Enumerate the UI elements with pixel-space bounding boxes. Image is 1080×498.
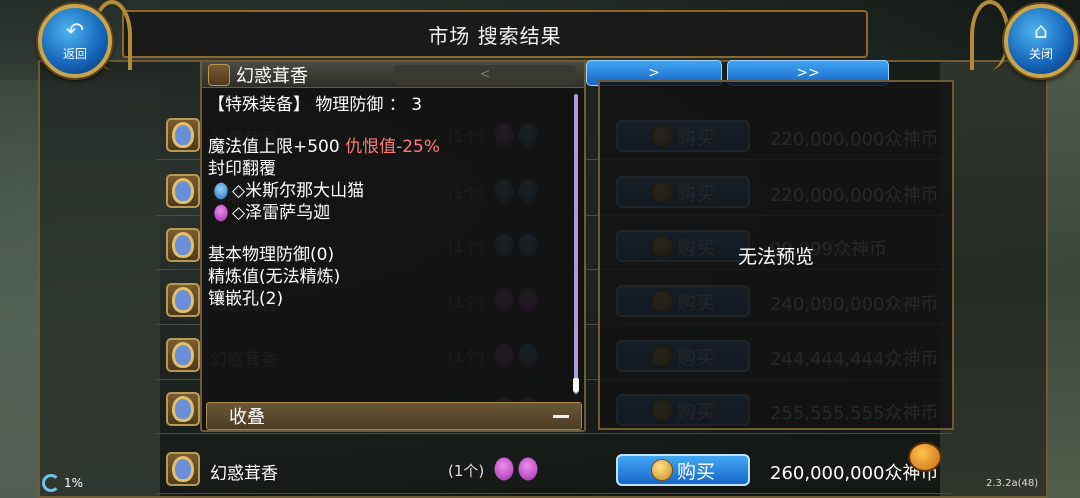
tooltip-scroll-thumb[interactable]	[573, 378, 579, 392]
bag-icon[interactable]	[908, 442, 942, 472]
refine-line: 精炼值(无法精炼)	[208, 267, 341, 287]
row-item-name: 幻惑茸香	[210, 464, 278, 484]
holes-line: 镶嵌孔(2)	[208, 289, 284, 309]
minus-icon	[553, 414, 569, 418]
socket-2: ◇泽雷萨乌迦	[208, 202, 568, 224]
loading-indicator: 1%	[42, 474, 83, 492]
socket-1: ◇米斯尔那大山猫	[208, 180, 568, 202]
gem-purple-icon	[513, 454, 543, 484]
base-defense-line: 基本物理防御(0)	[208, 245, 335, 265]
tooltip-stats-line: 魔法值上限+500 仇恨值-25%	[208, 136, 568, 158]
tooltip-type-line: 【特殊装备】 物理防御 ： 3	[208, 95, 423, 115]
version-label: 2.3.2a(48)	[986, 478, 1039, 489]
ring-icon	[166, 283, 200, 317]
tooltip-header: 幻惑茸香 <	[202, 62, 584, 88]
row-gems	[489, 454, 543, 484]
buy-label: 购买	[676, 460, 715, 483]
socket-1-label: ◇米斯尔那大山猫	[232, 181, 365, 201]
ring-icon	[166, 228, 200, 262]
tooltip-scrollbar[interactable]	[574, 94, 578, 394]
buy-button[interactable]: 购买	[616, 454, 750, 486]
ring-icon	[166, 174, 200, 208]
mana-stat: 魔法值上限+500	[208, 137, 346, 157]
ring-icon	[166, 452, 200, 486]
loading-percent: 1%	[64, 476, 84, 490]
home-icon: ⌂	[1034, 18, 1048, 44]
page-title: 市场 搜索结果	[428, 23, 562, 48]
gem-purple-icon	[210, 202, 232, 224]
tooltip-item-name: 幻惑茸香	[236, 65, 308, 87]
back-button[interactable]: ↶ 返回	[38, 4, 112, 78]
back-arrow-icon: ↶	[65, 18, 85, 44]
prev-page-button[interactable]: <	[394, 64, 576, 85]
title-bar: 市场 搜索结果	[122, 10, 868, 58]
ring-icon	[166, 338, 200, 372]
back-label: 返回	[62, 46, 87, 61]
close-button[interactable]: ⌂ 关闭	[1004, 4, 1078, 78]
item-tooltip: 幻惑茸香 < 【特殊装备】 物理防御 ： 3 魔法值上限+500 仇恨值-25%…	[200, 60, 586, 432]
loading-ring-icon	[42, 474, 60, 492]
row-qty: (1个)	[448, 462, 485, 480]
table-row[interactable]: 幻惑茸香 (1个) 购买 260,000,000众神币	[156, 446, 951, 494]
gem-purple-icon	[489, 454, 519, 484]
coin-icon	[650, 459, 673, 481]
tooltip-body: 【特殊装备】 物理防御 ： 3 魔法值上限+500 仇恨值-25% 封印翻覆 ◇…	[208, 94, 568, 310]
fold-button[interactable]: 收叠	[206, 402, 582, 430]
ring-icon	[208, 63, 230, 86]
preview-text: 无法预览	[737, 245, 814, 268]
socket-2-label: ◇泽雷萨乌迦	[232, 203, 331, 223]
gem-blue-icon	[210, 180, 232, 202]
hate-stat: 仇恨值-25%	[345, 137, 441, 157]
ring-icon	[166, 118, 200, 152]
close-label: 关闭	[1028, 46, 1053, 61]
fold-label: 收叠	[229, 407, 265, 428]
seal-line: 封印翻覆	[208, 159, 276, 179]
ring-icon	[166, 392, 200, 426]
preview-panel: 无法预览	[598, 80, 954, 430]
